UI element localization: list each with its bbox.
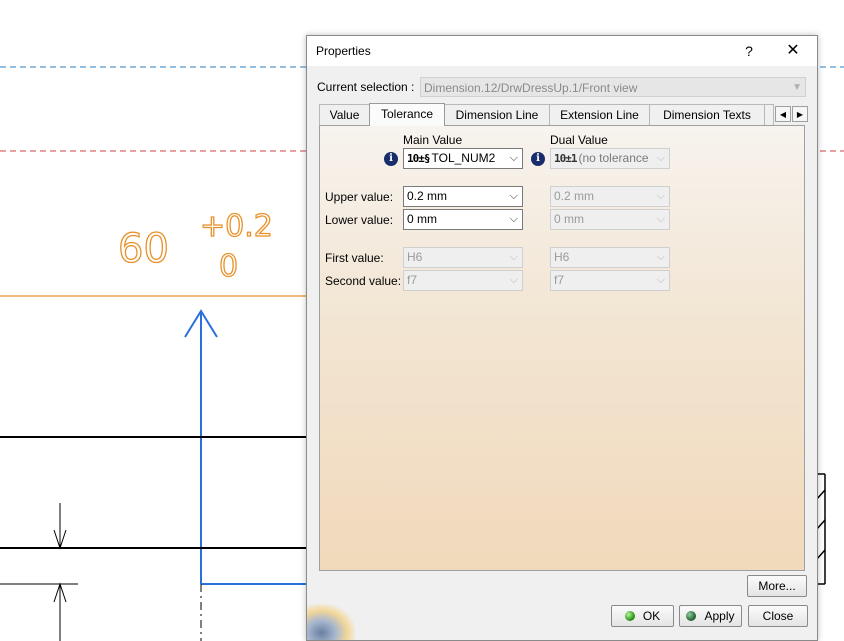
first-value-label: First value: xyxy=(325,251,384,265)
chevron-down-icon: ⌵ xyxy=(656,274,665,286)
chevron-down-icon: ⌵ xyxy=(509,152,518,164)
dual-first-value: H6 xyxy=(554,250,570,264)
chevron-down-icon[interactable]: ⌵ xyxy=(510,187,518,206)
help-button[interactable]: ? xyxy=(737,40,761,62)
main-lower-value: 0 mm xyxy=(407,212,437,226)
close-button[interactable]: Close xyxy=(748,605,808,627)
dialog-title: Properties xyxy=(316,44,371,58)
upper-tolerance: +0.2 xyxy=(200,209,273,244)
dual-first-value-field: H6 ⌵ xyxy=(550,247,670,268)
chevron-down-icon: ⌵ xyxy=(509,274,518,286)
dual-upper-value: 0.2 mm xyxy=(554,189,595,203)
tolerance-format-icon: 10±1 xyxy=(554,152,577,165)
ok-label: OK xyxy=(642,609,661,623)
main-tolerance-format-value: TOL_NUM2 xyxy=(431,151,496,165)
current-selection-field: Dimension.12/DrwDressUp.1/Front view ▼ xyxy=(420,77,806,97)
apply-label: Apply xyxy=(704,609,735,623)
dual-upper-value-field: 0.2 mm ⌵ xyxy=(550,186,670,207)
catia-logo-corner xyxy=(307,604,355,640)
dual-tolerance-format-select: 10±1 (no tolerance ⌵ xyxy=(550,148,670,169)
tab-extension-line[interactable]: Extension Line xyxy=(549,104,650,125)
ok-button[interactable]: OK xyxy=(611,605,674,627)
dialog-titlebar[interactable]: Properties ? ✕ xyxy=(307,36,817,66)
current-selection-value: Dimension.12/DrwDressUp.1/Front view xyxy=(424,81,638,95)
main-second-value: f7 xyxy=(407,273,418,287)
chevron-down-icon: ⌵ xyxy=(656,190,665,202)
lower-tolerance: 0 xyxy=(219,249,238,284)
small-dimension-arrows xyxy=(0,503,78,641)
chevron-down-icon: ⌵ xyxy=(656,213,665,225)
main-second-value-field: f7 ⌵ xyxy=(403,270,523,291)
dual-lower-value-field: 0 mm ⌵ xyxy=(550,209,670,230)
main-first-value: H6 xyxy=(407,250,423,264)
tab-value[interactable]: Value xyxy=(319,104,370,125)
chevron-down-icon: ⌵ xyxy=(509,251,518,263)
tab-overflow[interactable] xyxy=(764,104,774,125)
tab-scroll-left-icon[interactable]: ◀ xyxy=(775,106,791,122)
chevron-down-icon: ⌵ xyxy=(656,251,665,263)
close-icon[interactable]: ✕ xyxy=(781,40,805,62)
chevron-down-icon: ⌵ xyxy=(656,152,665,164)
tolerance-panel: Main Value Dual Value i 10±§ TOL_NUM2 ⌵ i… xyxy=(319,125,805,571)
dual-second-value: f7 xyxy=(554,273,565,287)
dimension-annotation[interactable]: 60 +0.2 0 xyxy=(117,208,273,284)
info-icon[interactable]: i xyxy=(384,152,398,166)
tab-scroll-right-icon[interactable]: ▶ xyxy=(792,106,808,122)
upper-value-label: Upper value: xyxy=(325,190,394,204)
dimension-arrow[interactable] xyxy=(184,309,306,585)
tab-dimension-texts[interactable]: Dimension Texts xyxy=(649,104,765,125)
main-tolerance-format-select[interactable]: 10±§ TOL_NUM2 ⌵ xyxy=(403,148,523,169)
main-value-header: Main Value xyxy=(403,133,463,147)
chevron-down-icon[interactable]: ⌵ xyxy=(510,210,518,229)
tab-tolerance[interactable]: Tolerance xyxy=(369,103,445,126)
dual-value-header: Dual Value xyxy=(550,133,608,147)
main-upper-value: 0.2 mm xyxy=(407,189,448,203)
dual-tolerance-format-value: (no tolerance xyxy=(578,151,649,165)
dual-lower-value: 0 mm xyxy=(554,212,584,226)
chevron-down-icon: ▼ xyxy=(792,82,802,93)
lower-value-label: Lower value: xyxy=(325,213,394,227)
main-first-value-field: H6 ⌵ xyxy=(403,247,523,268)
current-selection-label: Current selection : xyxy=(317,80,415,94)
properties-dialog: Properties ? ✕ Current selection : Dimen… xyxy=(306,35,818,641)
tab-dimension-line[interactable]: Dimension Line xyxy=(444,104,550,125)
main-lower-value-field[interactable]: 0 mm ⌵ xyxy=(403,209,523,230)
more-button[interactable]: More... xyxy=(747,575,807,597)
ok-led-icon xyxy=(624,611,635,621)
second-value-label: Second value: xyxy=(325,274,402,288)
apply-button[interactable]: Apply xyxy=(679,605,742,627)
tolerance-format-icon: 10±§ xyxy=(407,152,430,165)
apply-led-icon xyxy=(686,611,697,621)
dual-second-value-field: f7 ⌵ xyxy=(550,270,670,291)
info-icon[interactable]: i xyxy=(531,152,545,166)
dimension-value: 60 xyxy=(118,226,169,272)
main-upper-value-field[interactable]: 0.2 mm ⌵ xyxy=(403,186,523,207)
